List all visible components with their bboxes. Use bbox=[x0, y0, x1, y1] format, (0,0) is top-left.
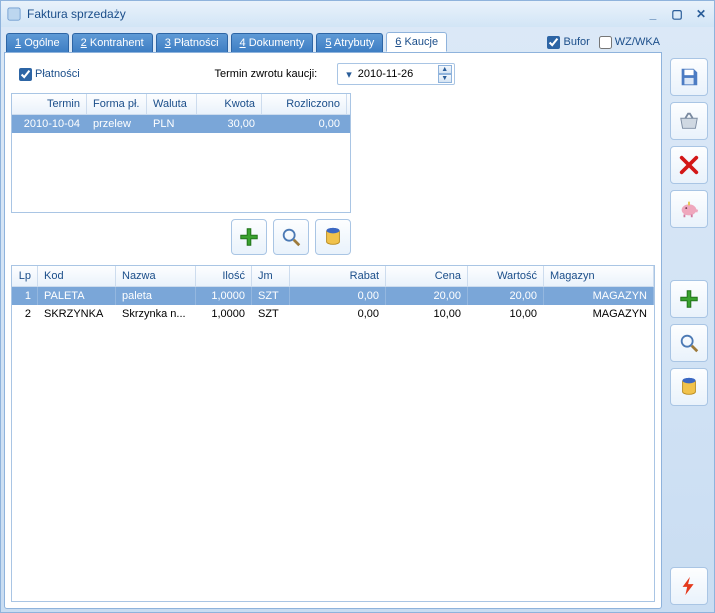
col-kod[interactable]: Kod bbox=[38, 266, 116, 286]
termin-date-value: 2010-11-26 bbox=[358, 68, 432, 80]
items-grid[interactable]: Lp Kod Nazwa Ilość Jm Rabat Cena Wartość… bbox=[11, 265, 655, 602]
tab-dokumenty[interactable]: 4 Dokumenty bbox=[231, 33, 314, 52]
bufor-checkbox[interactable]: Bufor bbox=[547, 36, 589, 49]
col-kwota[interactable]: Kwota bbox=[197, 94, 262, 114]
barrel-item-button[interactable] bbox=[670, 368, 708, 406]
basket-icon bbox=[678, 110, 700, 132]
payment-row[interactable]: 2010-10-04 przelew PLN 30,00 0,00 bbox=[12, 115, 350, 133]
barrel-payment-button[interactable] bbox=[315, 219, 351, 255]
wzwka-input[interactable] bbox=[599, 36, 612, 49]
bolt-button[interactable] bbox=[670, 567, 708, 605]
col-nazwa[interactable]: Nazwa bbox=[116, 266, 196, 286]
col-rabat[interactable]: Rabat bbox=[290, 266, 386, 286]
col-lp[interactable]: Lp bbox=[12, 266, 38, 286]
plus-icon bbox=[678, 288, 700, 310]
tab-panel-kaucje: Płatności Termin zwrotu kaucji: ▾ 2010-1… bbox=[4, 52, 662, 609]
tab-kontrahent[interactable]: 2 Kontrahent bbox=[72, 33, 153, 52]
barrel-icon bbox=[322, 226, 344, 248]
piggy-button[interactable] bbox=[670, 190, 708, 228]
titlebar: Faktura sprzedaży _ ▢ ✕ bbox=[1, 1, 714, 27]
search-payment-button[interactable] bbox=[273, 219, 309, 255]
dropdown-icon[interactable]: ▾ bbox=[346, 68, 352, 81]
app-icon bbox=[7, 7, 21, 21]
plus-icon bbox=[238, 226, 260, 248]
maximize-button[interactable]: ▢ bbox=[670, 7, 684, 21]
date-spin-down[interactable]: ▼ bbox=[438, 74, 452, 83]
tab-kaucje[interactable]: 6 Kaucje bbox=[386, 32, 447, 52]
bufor-input[interactable] bbox=[547, 36, 560, 49]
search-item-button[interactable] bbox=[670, 324, 708, 362]
col-waluta[interactable]: Waluta bbox=[147, 94, 197, 114]
window-title: Faktura sprzedaży bbox=[27, 7, 646, 21]
delete-icon bbox=[678, 154, 700, 176]
col-rozliczono[interactable]: Rozliczono bbox=[262, 94, 347, 114]
tab-atrybuty[interactable]: 5 Atrybuty bbox=[316, 33, 383, 52]
col-forma[interactable]: Forma pł. bbox=[87, 94, 147, 114]
side-toolbar bbox=[667, 30, 711, 609]
close-button[interactable]: ✕ bbox=[694, 7, 708, 21]
add-item-button[interactable] bbox=[670, 280, 708, 318]
bolt-icon bbox=[678, 575, 700, 597]
col-magazyn[interactable]: Magazyn bbox=[544, 266, 654, 286]
termin-label: Termin zwrotu kaucji: bbox=[215, 68, 318, 80]
save-icon bbox=[678, 66, 700, 88]
payments-toolbar bbox=[11, 213, 351, 265]
termin-date-input[interactable]: ▾ 2010-11-26 ▲ ▼ bbox=[337, 63, 455, 85]
col-wartosc[interactable]: Wartość bbox=[468, 266, 544, 286]
col-jm[interactable]: Jm bbox=[252, 266, 290, 286]
barrel-icon bbox=[678, 376, 700, 398]
top-controls: Płatności Termin zwrotu kaucji: ▾ 2010-1… bbox=[11, 59, 655, 93]
wzwka-checkbox[interactable]: WZ/WKA bbox=[599, 36, 660, 49]
minimize-button[interactable]: _ bbox=[646, 7, 660, 21]
delete-button[interactable] bbox=[670, 146, 708, 184]
add-payment-button[interactable] bbox=[231, 219, 267, 255]
date-spin-up[interactable]: ▲ bbox=[438, 65, 452, 74]
basket-button[interactable] bbox=[670, 102, 708, 140]
tab-ogolne[interactable]: 1 Ogólne bbox=[6, 33, 69, 52]
search-icon bbox=[678, 332, 700, 354]
app-window: Faktura sprzedaży _ ▢ ✕ 1 Ogólne 2 Kontr… bbox=[0, 0, 715, 613]
platnosci-checkbox[interactable]: Płatności bbox=[19, 68, 80, 81]
save-button[interactable] bbox=[670, 58, 708, 96]
search-icon bbox=[280, 226, 302, 248]
item-row[interactable]: 1 PALETA paleta 1,0000 SZT 0,00 20,00 20… bbox=[12, 287, 654, 305]
platnosci-input[interactable] bbox=[19, 68, 32, 81]
tab-platnosci[interactable]: 3 Płatności bbox=[156, 33, 228, 52]
piggy-icon bbox=[678, 198, 700, 220]
col-ilosc[interactable]: Ilość bbox=[196, 266, 252, 286]
col-termin[interactable]: Termin bbox=[12, 94, 87, 114]
window-controls: _ ▢ ✕ bbox=[646, 7, 708, 21]
payments-grid[interactable]: Termin Forma pł. Waluta Kwota Rozliczono… bbox=[11, 93, 351, 213]
item-row[interactable]: 2 SKRZYNKA Skrzynka n... 1,0000 SZT 0,00… bbox=[12, 305, 654, 323]
tabstrip: 1 Ogólne 2 Kontrahent 3 Płatności 4 Doku… bbox=[4, 30, 662, 52]
col-cena[interactable]: Cena bbox=[386, 266, 468, 286]
